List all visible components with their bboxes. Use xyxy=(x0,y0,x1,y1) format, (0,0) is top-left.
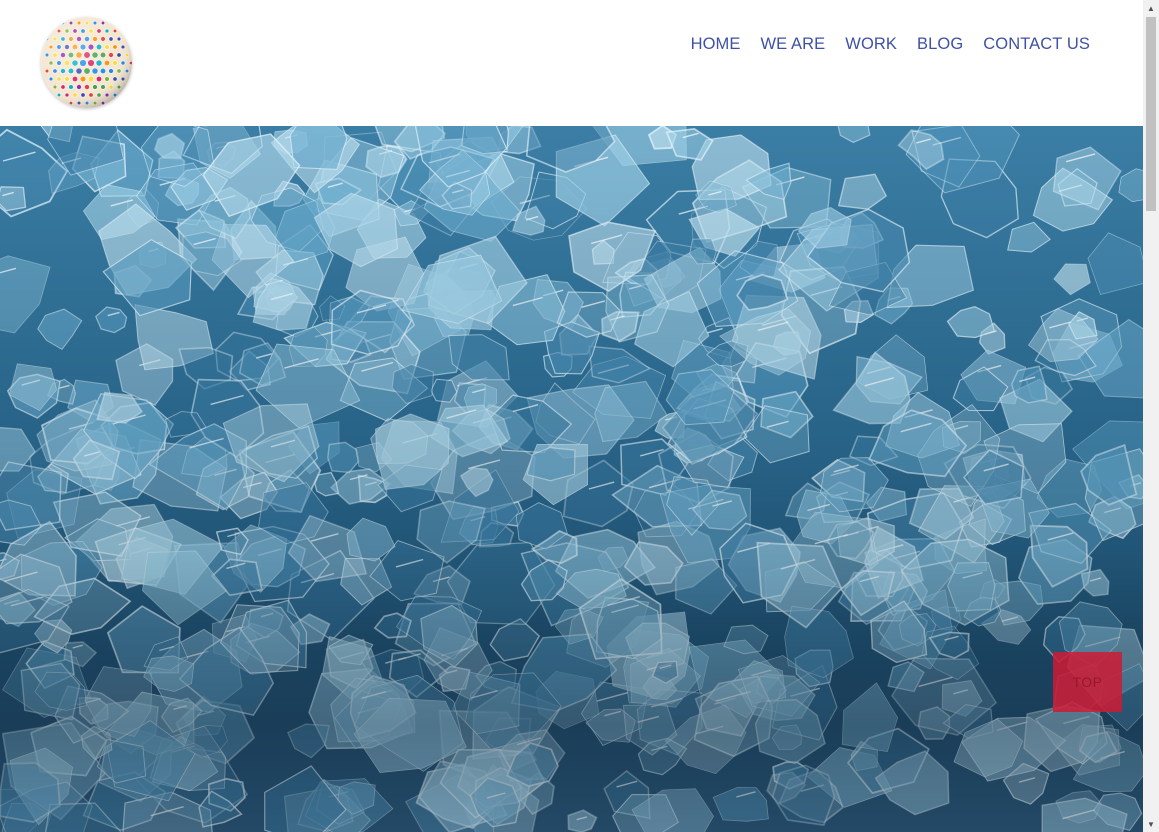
globe-icon xyxy=(41,17,132,108)
back-to-top-button[interactable]: TOP xyxy=(1053,652,1122,712)
scroll-up-arrow-icon[interactable]: ▲ xyxy=(1143,0,1159,16)
main-nav: HOME WE ARE WORK BLOG CONTACT US xyxy=(681,35,1090,53)
nav-work[interactable]: WORK xyxy=(835,35,907,53)
scrollbar-thumb[interactable] xyxy=(1146,17,1156,211)
logo-globe-icon[interactable] xyxy=(41,17,132,108)
scroll-down-arrow-icon[interactable]: ▼ xyxy=(1143,816,1159,832)
site-header: HOME WE ARE WORK BLOG CONTACT US xyxy=(0,0,1143,126)
nav-home[interactable]: HOME xyxy=(681,35,751,53)
vertical-scrollbar[interactable]: ▲ ▼ xyxy=(1143,0,1159,832)
nav-blog[interactable]: BLOG xyxy=(907,35,973,53)
ice-crystals-image xyxy=(0,126,1143,832)
nav-we-are[interactable]: WE ARE xyxy=(750,35,835,53)
nav-contact-us[interactable]: CONTACT US xyxy=(973,35,1090,53)
page: HOME WE ARE WORK BLOG CONTACT US TOP xyxy=(0,0,1143,832)
hero-image-ice-crystals xyxy=(0,126,1143,832)
